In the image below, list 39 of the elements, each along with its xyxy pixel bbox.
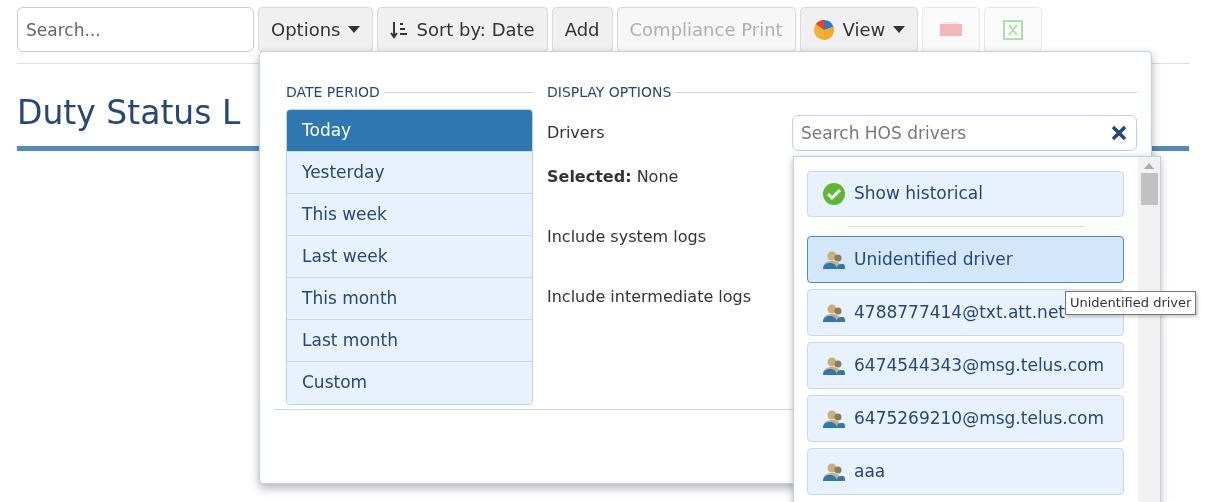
page-title: Duty Status L (17, 92, 241, 134)
driver-search-field[interactable]: Search HOS drivers (792, 115, 1137, 151)
driver-item[interactable]: 6474544343@msg.telus.com (807, 342, 1124, 389)
scrollbar-thumb[interactable] (1140, 173, 1158, 205)
caret-icon (893, 25, 906, 34)
section-title: DATE PERIOD (286, 83, 380, 102)
option-label: Include system logs (547, 226, 706, 248)
driver-item[interactable]: 6475269210@msg.telus.com (807, 395, 1124, 442)
users-icon (822, 249, 846, 270)
search-field[interactable]: Search... (17, 7, 254, 52)
view-button[interactable]: View (799, 7, 919, 52)
add-button[interactable]: Add (551, 7, 613, 52)
driver-item[interactable]: aaa (807, 448, 1124, 495)
spreadsheet-icon (1003, 19, 1024, 40)
section-title: DISPLAY OPTIONS (547, 83, 672, 102)
date-period-item[interactable]: This month (287, 278, 532, 320)
users-icon (822, 302, 846, 323)
tooltip: Unidentified driver (1065, 291, 1197, 315)
date-period-item[interactable]: Yesterday (287, 152, 532, 194)
option-label: Include intermediate logs (547, 286, 752, 308)
drivers-label: Drivers (547, 122, 605, 144)
selected-drivers-text: Selected: None (547, 166, 680, 188)
sort-button[interactable]: Sort by: Date (377, 7, 548, 52)
date-period-item[interactable]: Last week (287, 236, 532, 278)
pie-chart-icon (812, 18, 835, 41)
close-icon[interactable] (1111, 125, 1127, 141)
users-icon (822, 355, 846, 376)
caret-icon (348, 25, 361, 34)
users-icon (822, 461, 846, 482)
sort-icon (390, 20, 409, 39)
users-icon (822, 408, 846, 429)
date-period-item[interactable]: Today (287, 110, 532, 152)
driver-item[interactable]: Unidentified driver (807, 236, 1124, 283)
date-period-item[interactable]: Custom (287, 362, 532, 404)
date-period-item[interactable]: Last month (287, 320, 532, 362)
options-button[interactable]: Options (258, 7, 374, 52)
scroll-up-icon[interactable] (1144, 163, 1154, 169)
show-historical-option[interactable]: Show historical (807, 171, 1124, 217)
date-period-item[interactable]: This week (287, 194, 532, 236)
